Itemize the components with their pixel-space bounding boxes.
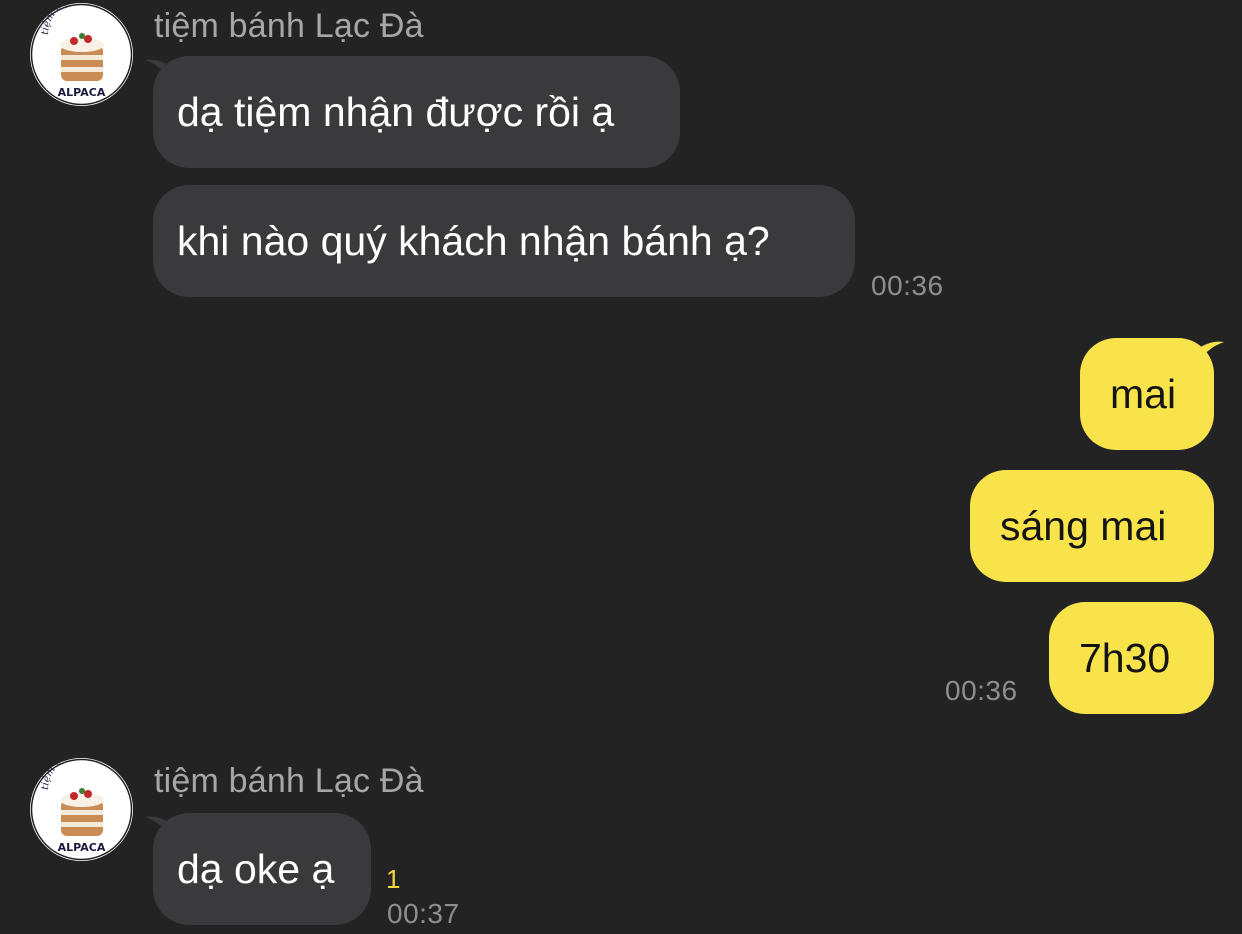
incoming-message-bubble[interactable]: khi nào quý khách nhận bánh ạ? bbox=[153, 185, 855, 297]
outgoing-message-bubble[interactable]: mai bbox=[1080, 338, 1214, 450]
sender-name: tiệm bánh Lạc Đà bbox=[154, 7, 424, 45]
message-timestamp: 00:36 bbox=[945, 675, 1018, 706]
chat-screen: tiệm bánh kem ALPACA tiệm bánh Lạc Đà dạ… bbox=[0, 0, 1242, 934]
avatar-brand-text: ALPACA bbox=[58, 841, 106, 854]
outgoing-message-bubble[interactable]: 7h30 bbox=[1049, 602, 1214, 714]
cake-logo-icon: tiệm bánh kem ALPACA bbox=[30, 758, 133, 861]
message-timestamp: 00:37 bbox=[387, 898, 460, 929]
avatar-brand-text: ALPACA bbox=[58, 86, 106, 99]
incoming-message-bubble[interactable]: dạ oke ạ bbox=[153, 813, 371, 925]
outgoing-message-bubble[interactable]: sáng mai bbox=[970, 470, 1214, 582]
sender-name: tiệm bánh Lạc Đà bbox=[154, 762, 424, 800]
incoming-message-bubble[interactable]: dạ tiệm nhận được rồi ạ bbox=[153, 56, 680, 168]
shop-avatar[interactable]: tiệm bánh kem ALPACA bbox=[30, 758, 133, 861]
unread-count: 1 bbox=[386, 864, 401, 894]
shop-avatar[interactable]: tiệm bánh kem ALPACA bbox=[30, 3, 133, 106]
message-timestamp: 00:36 bbox=[871, 270, 944, 301]
cake-logo-icon: tiệm bánh kem ALPACA bbox=[30, 3, 133, 106]
